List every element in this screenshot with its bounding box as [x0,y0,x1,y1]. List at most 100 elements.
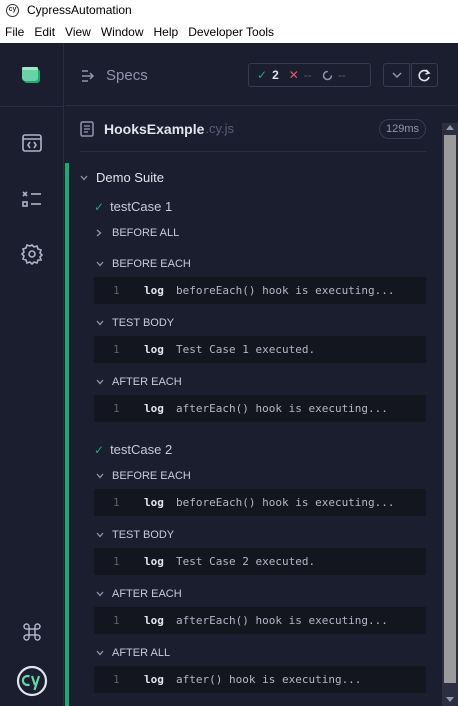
hook-before-all[interactable]: BEFORE ALL [96,227,179,239]
main-panel: Specs ✓ 2 ✕ -- -- HooksExample .cy.js 12… [65,43,458,706]
file-icon [80,120,94,137]
passed-stat: ✓ 2 [257,68,279,82]
run-stats: ✓ 2 ✕ -- -- [248,63,371,87]
specs-arrow-icon [82,69,95,82]
command-name: log [144,555,164,568]
command-log-line[interactable]: 1 log after() hook is executing... [94,666,426,693]
spec-file-name[interactable]: HooksExample [104,121,204,137]
command-name: log [144,284,164,297]
passed-count: 2 [272,68,279,82]
spec-header: HooksExample .cy.js 129ms [80,106,426,152]
menu-view[interactable]: View [65,25,91,39]
check-icon: ✓ [257,68,268,82]
window-title: CypressAutomation [27,3,132,17]
command-name: log [144,614,164,627]
menu-edit[interactable]: Edit [34,25,55,39]
test-row-1[interactable]: ✓ testCase 1 [94,199,172,214]
rerun-button[interactable] [411,63,438,87]
chevron-down-icon [391,71,402,78]
menu-bar: File Edit View Window Help Developer Too… [0,20,458,43]
chevron-down-icon [96,320,104,326]
command-number: 1 [113,496,120,509]
check-icon: ✓ [94,199,105,214]
hook-before-each[interactable]: BEFORE EACH [96,470,191,482]
menu-help[interactable]: Help [154,25,179,39]
pending-icon [322,70,333,80]
failed-stat: ✕ -- [289,68,312,82]
sidebar [0,43,64,706]
specs-label: Specs [106,67,148,84]
command-message: afterEach() hook is executing... [176,402,388,415]
command-number: 1 [113,402,120,415]
menu-developer-tools[interactable]: Developer Tools [188,25,274,39]
settings-icon[interactable] [20,242,44,266]
pending-count: -- [337,68,346,82]
test-row-2[interactable]: ✓ testCase 2 [94,442,172,457]
keyboard-shortcuts-icon[interactable] [20,620,44,644]
app-icon: cy [6,3,19,17]
reporter-header: Specs ✓ 2 ✕ -- -- [65,43,458,106]
command-message: beforeEach() hook is executing... [176,284,395,297]
menu-window[interactable]: Window [101,25,144,39]
chevron-down-icon [96,473,104,479]
hook-title: AFTER EACH [112,376,182,388]
chevron-down-icon [96,591,104,597]
collapse-button[interactable] [383,63,410,87]
hook-after-each[interactable]: AFTER EACH [96,588,182,600]
command-log-line[interactable]: 1 log beforeEach() hook is executing... [94,277,426,304]
test-title: testCase 2 [110,442,173,457]
x-icon: ✕ [288,68,299,82]
command-message: afterEach() hook is executing... [176,614,388,627]
command-number: 1 [113,673,120,686]
specs-icon[interactable] [20,131,44,155]
chevron-down-icon [96,650,104,656]
chevron-down-icon [80,175,88,180]
hook-test-body[interactable]: TEST BODY [96,529,174,541]
scroll-up-arrow-icon[interactable] [446,125,454,130]
hook-title: BEFORE EACH [112,470,191,482]
reporter-body: Demo Suite ✓ testCase 1 BEFORE ALL BEFOR… [65,163,443,706]
command-log-line[interactable]: 1 log Test Case 1 executed. [94,336,426,363]
menu-file[interactable]: File [5,25,24,39]
pending-stat: -- [322,68,346,82]
command-name: log [144,343,164,356]
hook-before-each[interactable]: BEFORE EACH [96,258,191,270]
hook-title: AFTER ALL [112,647,171,659]
scrollbar-thumb[interactable] [444,135,456,683]
command-message: after() hook is executing... [176,673,362,686]
hook-title: BEFORE ALL [112,227,180,239]
command-name: log [144,496,164,509]
command-log-line[interactable]: 1 log afterEach() hook is executing... [94,395,426,422]
test-list-icon[interactable] [20,187,44,211]
chevron-right-icon [96,229,102,237]
command-message: Test Case 2 executed. [176,555,316,568]
hook-test-body[interactable]: TEST BODY [96,317,174,329]
specs-link[interactable]: Specs [81,67,148,84]
command-log-line[interactable]: 1 log afterEach() hook is executing... [94,607,426,634]
refresh-icon [418,68,431,81]
suite-status-bar [65,163,69,706]
hook-title: AFTER EACH [112,588,182,600]
spec-duration-badge: 129ms [378,119,426,139]
hook-title: TEST BODY [112,529,175,541]
command-log-line[interactable]: 1 log beforeEach() hook is executing... [94,489,426,516]
hook-after-all[interactable]: AFTER ALL [96,647,170,659]
suite-row[interactable]: Demo Suite [80,170,164,185]
scroll-down-arrow-icon[interactable] [446,697,454,702]
command-name: log [144,673,164,686]
command-name: log [144,402,164,415]
chevron-down-icon [96,379,104,385]
failed-count: -- [303,68,312,82]
hook-after-each[interactable]: AFTER EACH [96,376,182,388]
command-number: 1 [113,555,120,568]
runs-icon[interactable] [20,63,44,87]
command-message: beforeEach() hook is executing... [176,496,395,509]
scrollbar[interactable] [442,123,458,706]
window-titlebar: cy CypressAutomation [0,0,458,20]
chevron-down-icon [96,532,104,538]
test-title: testCase 1 [110,199,173,214]
spec-file-extension: .cy.js [205,121,235,136]
hook-title: BEFORE EACH [112,258,191,270]
check-icon: ✓ [94,442,105,457]
command-log-line[interactable]: 1 log Test Case 2 executed. [94,548,426,575]
